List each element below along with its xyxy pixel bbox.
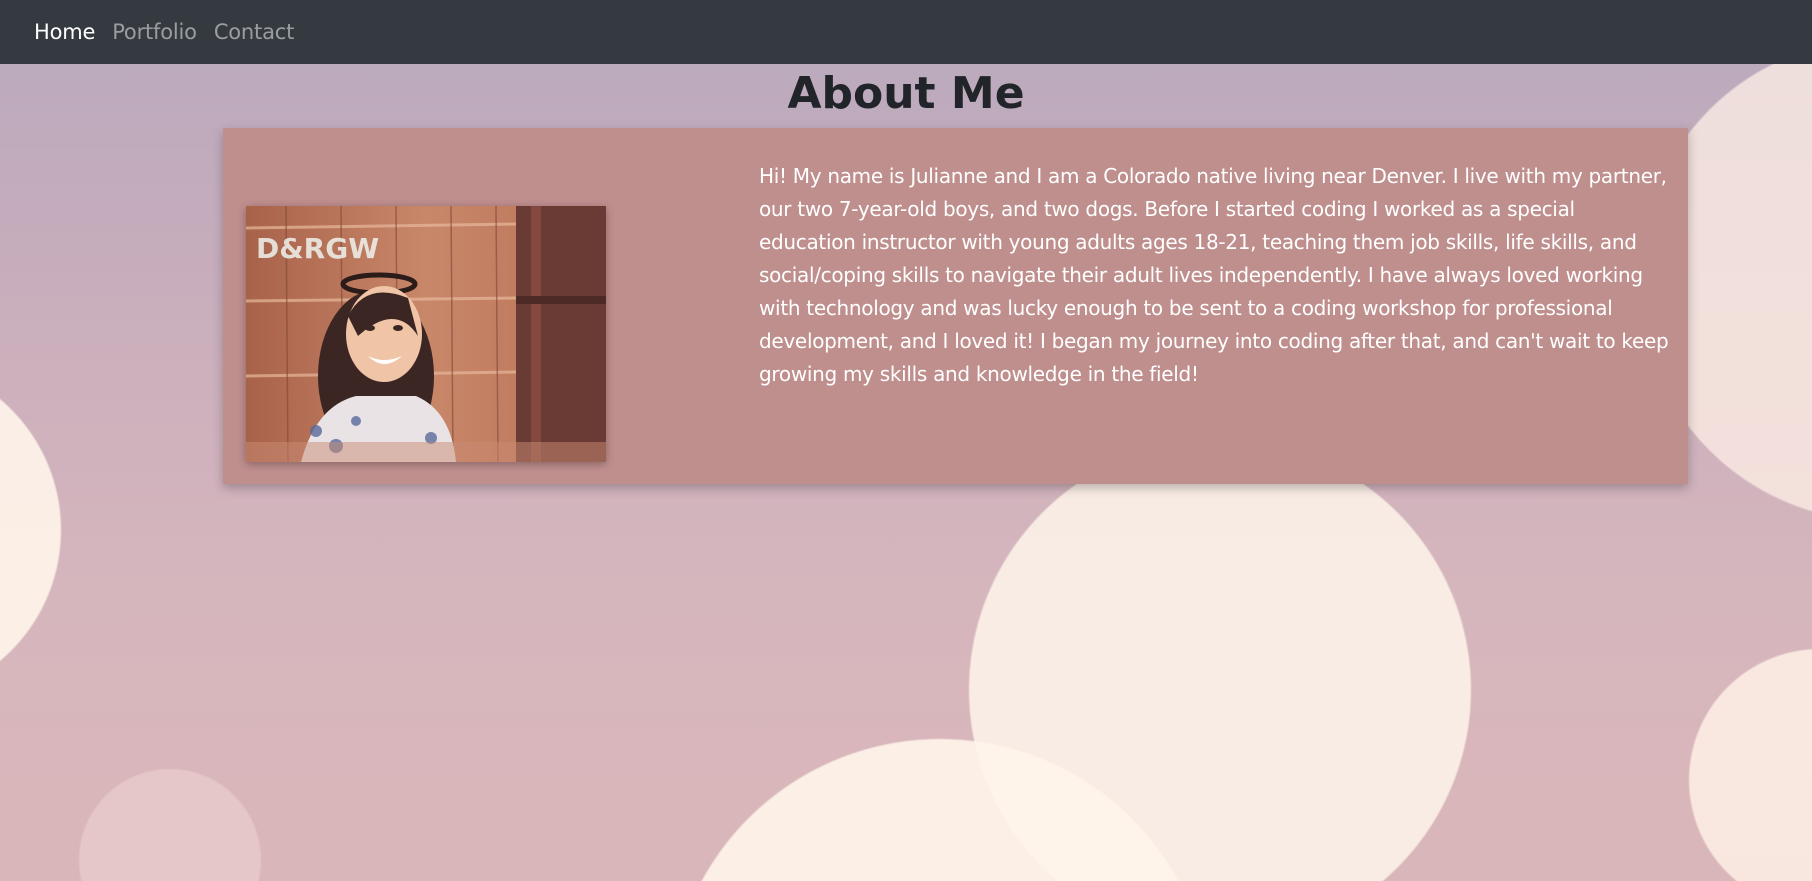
profile-photo: D&RGW	[246, 206, 606, 462]
nav-home-link[interactable]: Home	[34, 20, 95, 44]
about-card: D&RGW Hi! My name is Julianne and I am a…	[223, 128, 1688, 484]
nav-portfolio-link[interactable]: Portfolio	[112, 20, 197, 44]
photo-sign-text: D&RGW	[256, 232, 379, 265]
navbar: Home Portfolio Contact	[0, 0, 1812, 64]
svg-text:D&RGW: D&RGW	[256, 232, 379, 265]
page-title: About Me	[787, 68, 1025, 119]
nav-contact-link[interactable]: Contact	[214, 20, 295, 44]
bio-text: Hi! My name is Julianne and I am a Color…	[759, 164, 1669, 386]
